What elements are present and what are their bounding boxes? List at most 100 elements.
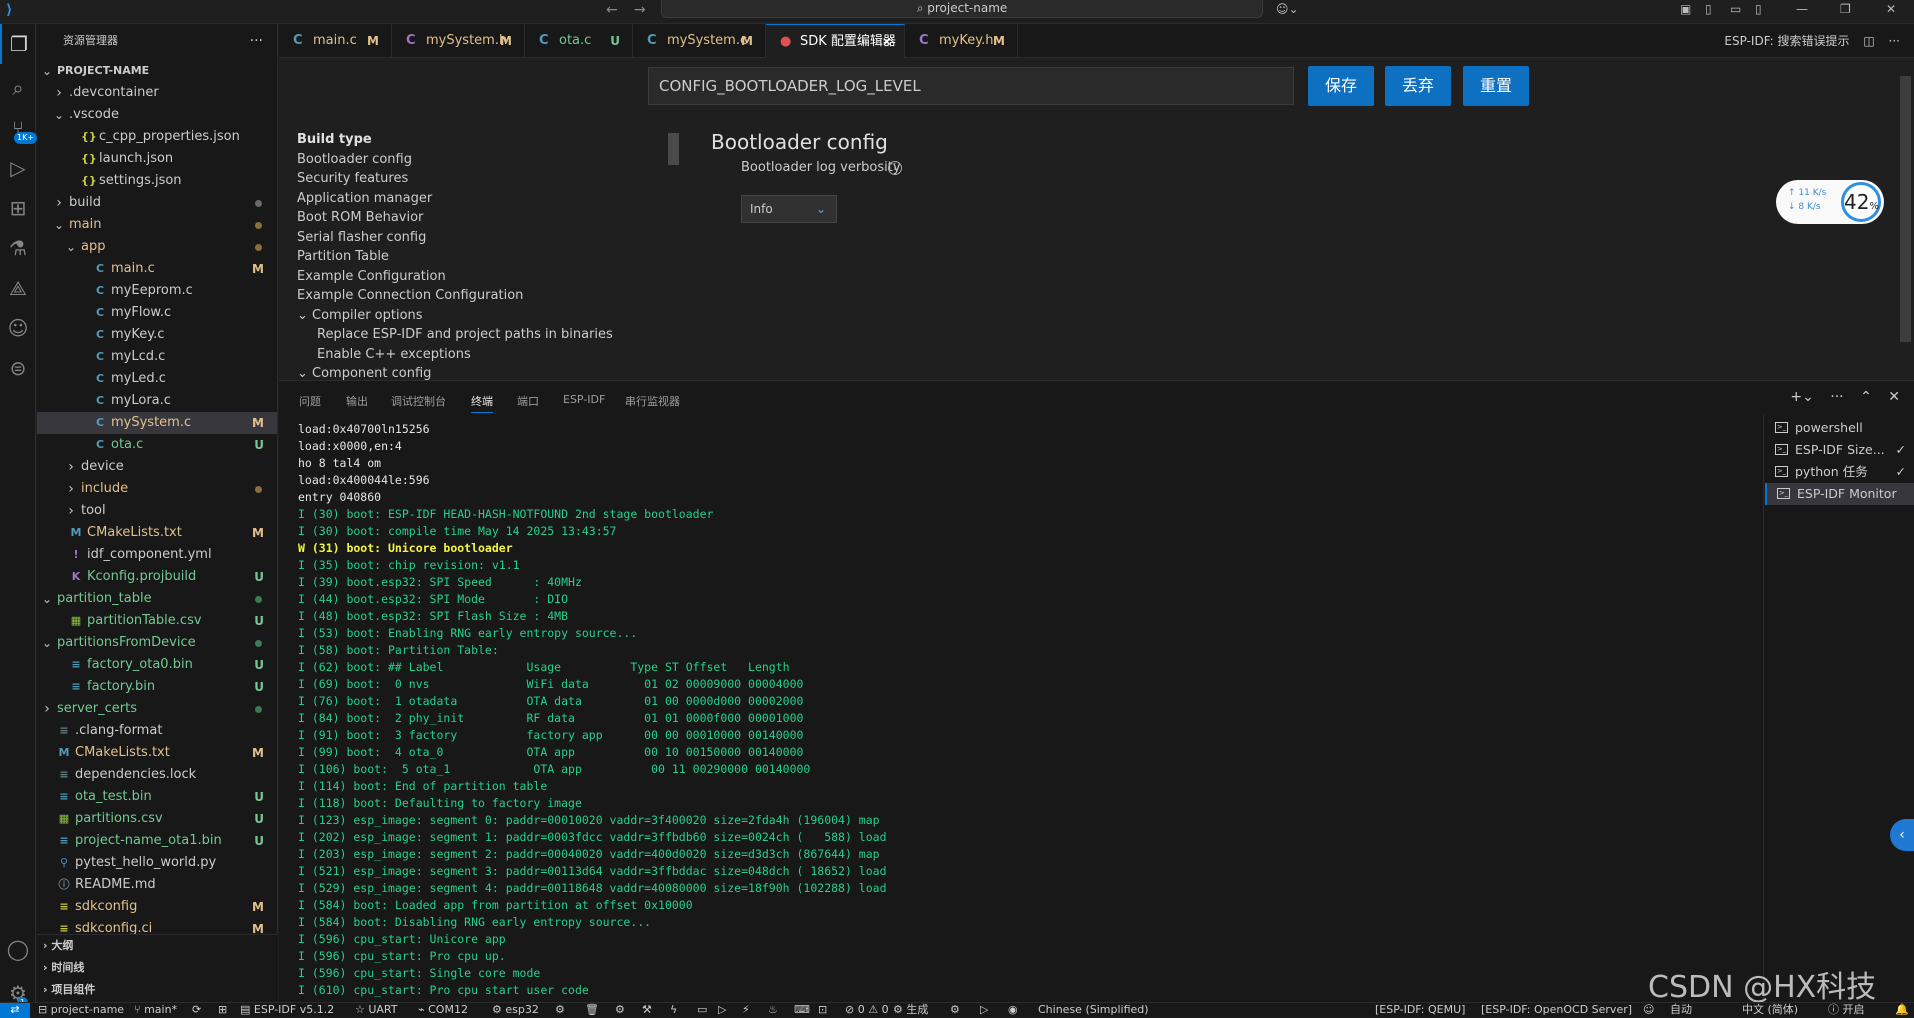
status-item[interactable]: ☺: [1643, 1003, 1654, 1017]
extensions-icon[interactable]: ⊞: [0, 188, 36, 228]
file-item[interactable]: {} launch.json: [37, 148, 277, 170]
status-item[interactable]: ⚙ 生成: [893, 1003, 928, 1017]
esp-icon[interactable]: ☺: [0, 308, 36, 348]
log-verbosity-select[interactable]: Info ⌄: [741, 195, 837, 223]
editor-tab[interactable]: CmyKey.h M: [905, 24, 1018, 58]
panel-more-icon[interactable]: ···: [1830, 389, 1843, 405]
account-icon[interactable]: ◯: [0, 929, 36, 969]
nav-back-icon[interactable]: ←: [606, 2, 618, 18]
discard-button[interactable]: 丢弃: [1385, 66, 1451, 106]
editor-more-icon[interactable]: ···: [1889, 34, 1900, 48]
file-item[interactable]: ⓘ README.md: [37, 874, 277, 896]
close-tab-icon[interactable]: ✕: [882, 25, 892, 59]
file-item[interactable]: CmyFlow.c: [37, 302, 277, 324]
folder-item[interactable]: ⌄ .vscode: [37, 104, 277, 126]
files-icon[interactable]: ❐: [0, 24, 36, 64]
file-item[interactable]: ≡ project-name_ota1.bin U: [37, 830, 277, 852]
status-item[interactable]: ⚙: [555, 1003, 565, 1017]
testing-icon[interactable]: ⚗: [0, 228, 36, 268]
sidebar-section[interactable]: › 项目组件: [37, 979, 278, 1001]
file-item[interactable]: CmyLed.c: [37, 368, 277, 390]
panel-tab[interactable]: 串行监视器: [625, 393, 680, 409]
folder-item[interactable]: ⌄ partition_table: [37, 588, 277, 610]
command-center-search[interactable]: ⌕ project-name: [661, 0, 1263, 18]
panel-tab[interactable]: 输出: [346, 393, 368, 409]
file-item[interactable]: M CMakeLists.txt M: [37, 742, 277, 764]
copilot-icon[interactable]: ☺⌄: [1276, 2, 1299, 16]
status-item[interactable]: Chinese (Simplified): [1038, 1003, 1149, 1017]
status-item[interactable]: ⓘ 开启: [1828, 1003, 1865, 1017]
file-item[interactable]: ≡ dependencies.lock: [37, 764, 277, 786]
info-icon[interactable]: i: [888, 161, 902, 175]
editor-tab[interactable]: CmySystem.c M: [633, 24, 766, 58]
status-item[interactable]: ⊡: [818, 1003, 827, 1017]
file-item[interactable]: ▦ partitions.csv U: [37, 808, 277, 830]
terminal-instance[interactable]: >_ ESP-IDF Size... ✓: [1765, 439, 1914, 461]
config-nav-item[interactable]: Application manager: [297, 189, 657, 209]
terminal-output[interactable]: load:0x40700ln15256 load:x0000,en:4 ho 8 t…: [298, 421, 1758, 1001]
status-item[interactable]: ⌨: [794, 1003, 810, 1017]
minimize-icon[interactable]: —: [1796, 2, 1808, 16]
config-search-input[interactable]: CONFIG_BOOTLOADER_LOG_LEVEL: [648, 67, 1294, 105]
config-nav-item[interactable]: Build type: [297, 130, 657, 150]
more-actions-icon[interactable]: ···: [250, 24, 263, 58]
layout-icon[interactable]: ▣: [1680, 2, 1691, 16]
file-item[interactable]: {} c_cpp_properties.json: [37, 126, 277, 148]
nav-forward-icon[interactable]: →: [634, 2, 646, 18]
toggle-secondary-icon[interactable]: ▯: [1755, 2, 1762, 16]
save-button[interactable]: 保存: [1308, 66, 1374, 106]
idf-icon[interactable]: ⟁: [0, 268, 36, 308]
new-terminal-icon[interactable]: +⌄: [1790, 389, 1813, 405]
folder-item[interactable]: › include: [37, 478, 277, 500]
file-item[interactable]: {} settings.json: [37, 170, 277, 192]
folder-item[interactable]: ⌄ main: [37, 214, 277, 236]
status-item[interactable]: 中文 (简体): [1742, 1003, 1798, 1017]
remote-icon[interactable]: ⊜: [0, 348, 36, 388]
status-item[interactable]: ☆ UART: [355, 1003, 398, 1017]
panel-tab[interactable]: 问题: [299, 393, 321, 409]
folder-item[interactable]: › device: [37, 456, 277, 478]
file-item[interactable]: CmyKey.c: [37, 324, 277, 346]
panel-tab[interactable]: 终端: [471, 393, 493, 413]
search-icon[interactable]: ⌕: [0, 68, 36, 108]
status-item[interactable]: [ESP-IDF: OpenOCD Server]: [1481, 1003, 1632, 1017]
config-nav-item[interactable]: Boot ROM Behavior: [297, 208, 657, 228]
file-item[interactable]: ≡ factory_ota0.bin U: [37, 654, 277, 676]
editor-tab[interactable]: Cmain.c M: [279, 24, 392, 58]
file-item[interactable]: ! idf_component.yml: [37, 544, 277, 566]
panel-tab[interactable]: ESP-IDF: [563, 393, 605, 406]
sidebar-section[interactable]: › 时间线: [37, 957, 278, 979]
source-control-icon[interactable]: ⑂ 1K+: [0, 108, 38, 148]
file-item[interactable]: M CMakeLists.txt M: [37, 522, 277, 544]
status-item[interactable]: ⚙ esp32: [492, 1003, 539, 1017]
folder-item[interactable]: ⌄ app: [37, 236, 277, 258]
editor-scrollbar[interactable]: [1900, 76, 1911, 342]
status-item[interactable]: ♨: [768, 1003, 778, 1017]
file-item[interactable]: Cmain.c M: [37, 258, 277, 280]
folder-item[interactable]: › build: [37, 192, 277, 214]
status-item[interactable]: ⚡: [742, 1003, 750, 1017]
file-item[interactable]: CmyLora.c: [37, 390, 277, 412]
folder-item[interactable]: › server_certs: [37, 698, 277, 720]
status-item[interactable]: ▤ ESP-IDF v5.1.2: [240, 1003, 334, 1017]
split-editor-icon[interactable]: ◫: [1863, 34, 1874, 48]
close-panel-icon[interactable]: ✕: [1888, 389, 1900, 405]
status-item[interactable]: ⟳: [192, 1003, 201, 1017]
folder-item[interactable]: ⌄ partitionsFromDevice: [37, 632, 277, 654]
status-item[interactable]: 🔔: [1895, 1003, 1909, 1017]
maximize-panel-icon[interactable]: ⌃: [1860, 389, 1872, 405]
file-item[interactable]: Cota.c U: [37, 434, 277, 456]
status-item[interactable]: ▷: [718, 1003, 726, 1017]
status-item[interactable]: [ESP-IDF: QEMU]: [1375, 1003, 1465, 1017]
terminal-instance[interactable]: >_ powershell: [1765, 417, 1914, 439]
toggle-sidebar-icon[interactable]: ▯: [1705, 2, 1712, 16]
config-nav-item[interactable]: Serial flasher config: [297, 228, 657, 248]
file-item[interactable]: ≡ sdkconfig M: [37, 896, 277, 918]
status-item[interactable]: 自动: [1670, 1003, 1692, 1017]
panel-tab[interactable]: 调试控制台: [391, 393, 446, 409]
config-nav-item[interactable]: Replace ESP-IDF and project paths in bin…: [297, 325, 657, 345]
config-nav-item[interactable]: Enable C++ exceptions: [297, 345, 657, 365]
editor-tab[interactable]: ● SDK 配置编辑器 ✕: [766, 24, 905, 58]
status-item[interactable]: ⚙: [615, 1003, 625, 1017]
reset-button[interactable]: 重置: [1463, 66, 1529, 106]
